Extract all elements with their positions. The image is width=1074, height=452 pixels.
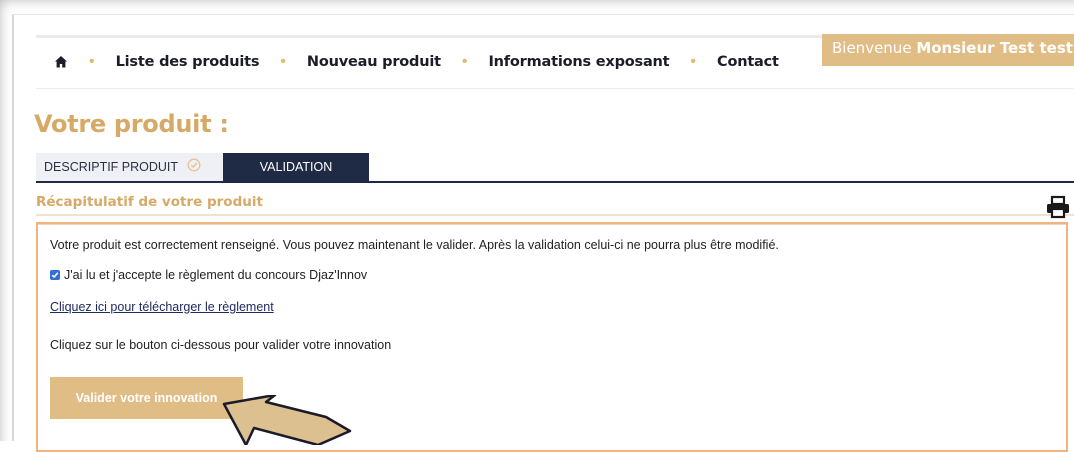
nav-separator: •	[690, 53, 696, 70]
accept-rules-checkbox[interactable]	[50, 270, 60, 280]
recap-content-box: Votre produit est correctement renseigné…	[36, 222, 1068, 452]
step-tabs: DESCRIPTIF PRODUIT VALIDATION	[36, 153, 1074, 183]
welcome-prefix: Bienvenue	[832, 39, 917, 57]
top-border	[12, 14, 1074, 15]
printer-icon[interactable]	[1045, 195, 1071, 219]
validation-message: Votre produit est correctement renseigné…	[50, 238, 779, 252]
accept-rules-label[interactable]: J'ai lu et j'accepte le règlement du con…	[64, 268, 367, 282]
validate-innovation-button[interactable]: Valider votre innovation	[50, 377, 243, 419]
nav-item-liste-produits[interactable]: Liste des produits	[116, 54, 260, 70]
welcome-banner: Bienvenue Monsieur Test test	[822, 34, 1074, 66]
welcome-user-name: Monsieur Test test	[916, 39, 1073, 57]
recap-divider	[36, 214, 1074, 216]
validate-instruction: Cliquez sur le bouton ci-dessous pour va…	[50, 338, 392, 352]
nav-item-nouveau-produit[interactable]: Nouveau produit	[307, 54, 441, 70]
nav-item-contact[interactable]: Contact	[717, 54, 779, 70]
nav-separator: •	[280, 53, 286, 70]
download-rules-link[interactable]: Cliquez ici pour télécharger le règlemen…	[50, 300, 274, 314]
page-title: Votre produit :	[34, 110, 229, 138]
box-inner-divider	[38, 224, 1066, 225]
tab-descriptif-label: DESCRIPTIF PRODUIT	[44, 160, 178, 174]
home-icon[interactable]	[54, 55, 68, 69]
nav-separator: •	[461, 53, 468, 70]
arrow-pointer-icon	[222, 393, 352, 447]
nav-item-informations-exposant[interactable]: Informations exposant	[488, 54, 669, 70]
recap-title: Récapitulatif de votre produit	[36, 194, 263, 210]
tab-validation[interactable]: VALIDATION	[223, 153, 369, 181]
nav-separator: •	[89, 53, 95, 70]
check-circle-icon	[187, 154, 201, 182]
left-border	[12, 14, 14, 441]
nav-items: • Liste des produits • Nouveau produit •…	[54, 53, 779, 71]
accept-rules-row: J'ai lu et j'accepte le règlement du con…	[50, 268, 367, 282]
tab-descriptif-produit[interactable]: DESCRIPTIF PRODUIT	[36, 153, 223, 181]
